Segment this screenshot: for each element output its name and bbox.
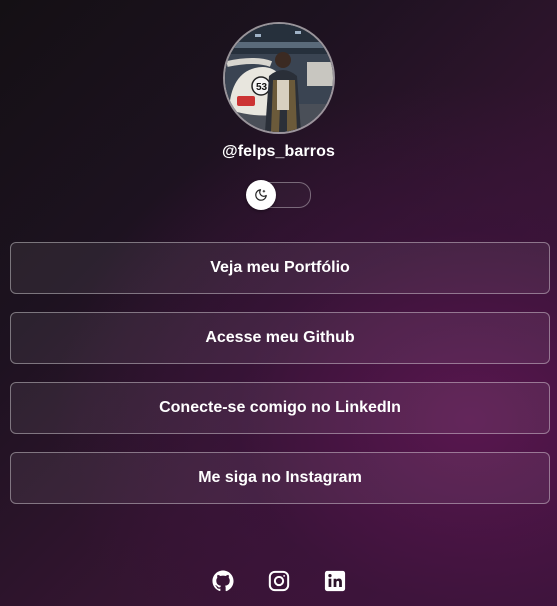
linkedin-icon[interactable] [324, 570, 346, 592]
username: @felps_barros [222, 143, 335, 160]
linkedin-link-button[interactable]: Conecte-se comigo no LinkedIn [10, 382, 550, 434]
instagram-icon[interactable] [268, 570, 290, 592]
github-link-button[interactable]: Acesse meu Github [10, 312, 550, 364]
instagram-link-button[interactable]: Me siga no Instagram [10, 452, 550, 504]
link-label: Veja meu Portfólio [210, 259, 350, 276]
link-label: Conecte-se comigo no LinkedIn [159, 399, 401, 416]
link-label: Me siga no Instagram [198, 469, 362, 486]
link-label: Acesse meu Github [205, 329, 355, 346]
moon-icon [254, 189, 267, 201]
svg-text:53: 53 [256, 82, 268, 93]
toggle-knob[interactable] [245, 180, 276, 210]
theme-toggle[interactable] [245, 180, 311, 210]
github-icon[interactable] [211, 570, 234, 592]
link-list: Veja meu Portfólio Acesse meu Github Con… [10, 242, 550, 522]
avatar: 53 [222, 22, 335, 134]
social-icons [0, 570, 557, 592]
profile-section: 53 @felps_barros [0, 22, 557, 210]
portfolio-link-button[interactable]: Veja meu Portfólio [10, 242, 550, 294]
